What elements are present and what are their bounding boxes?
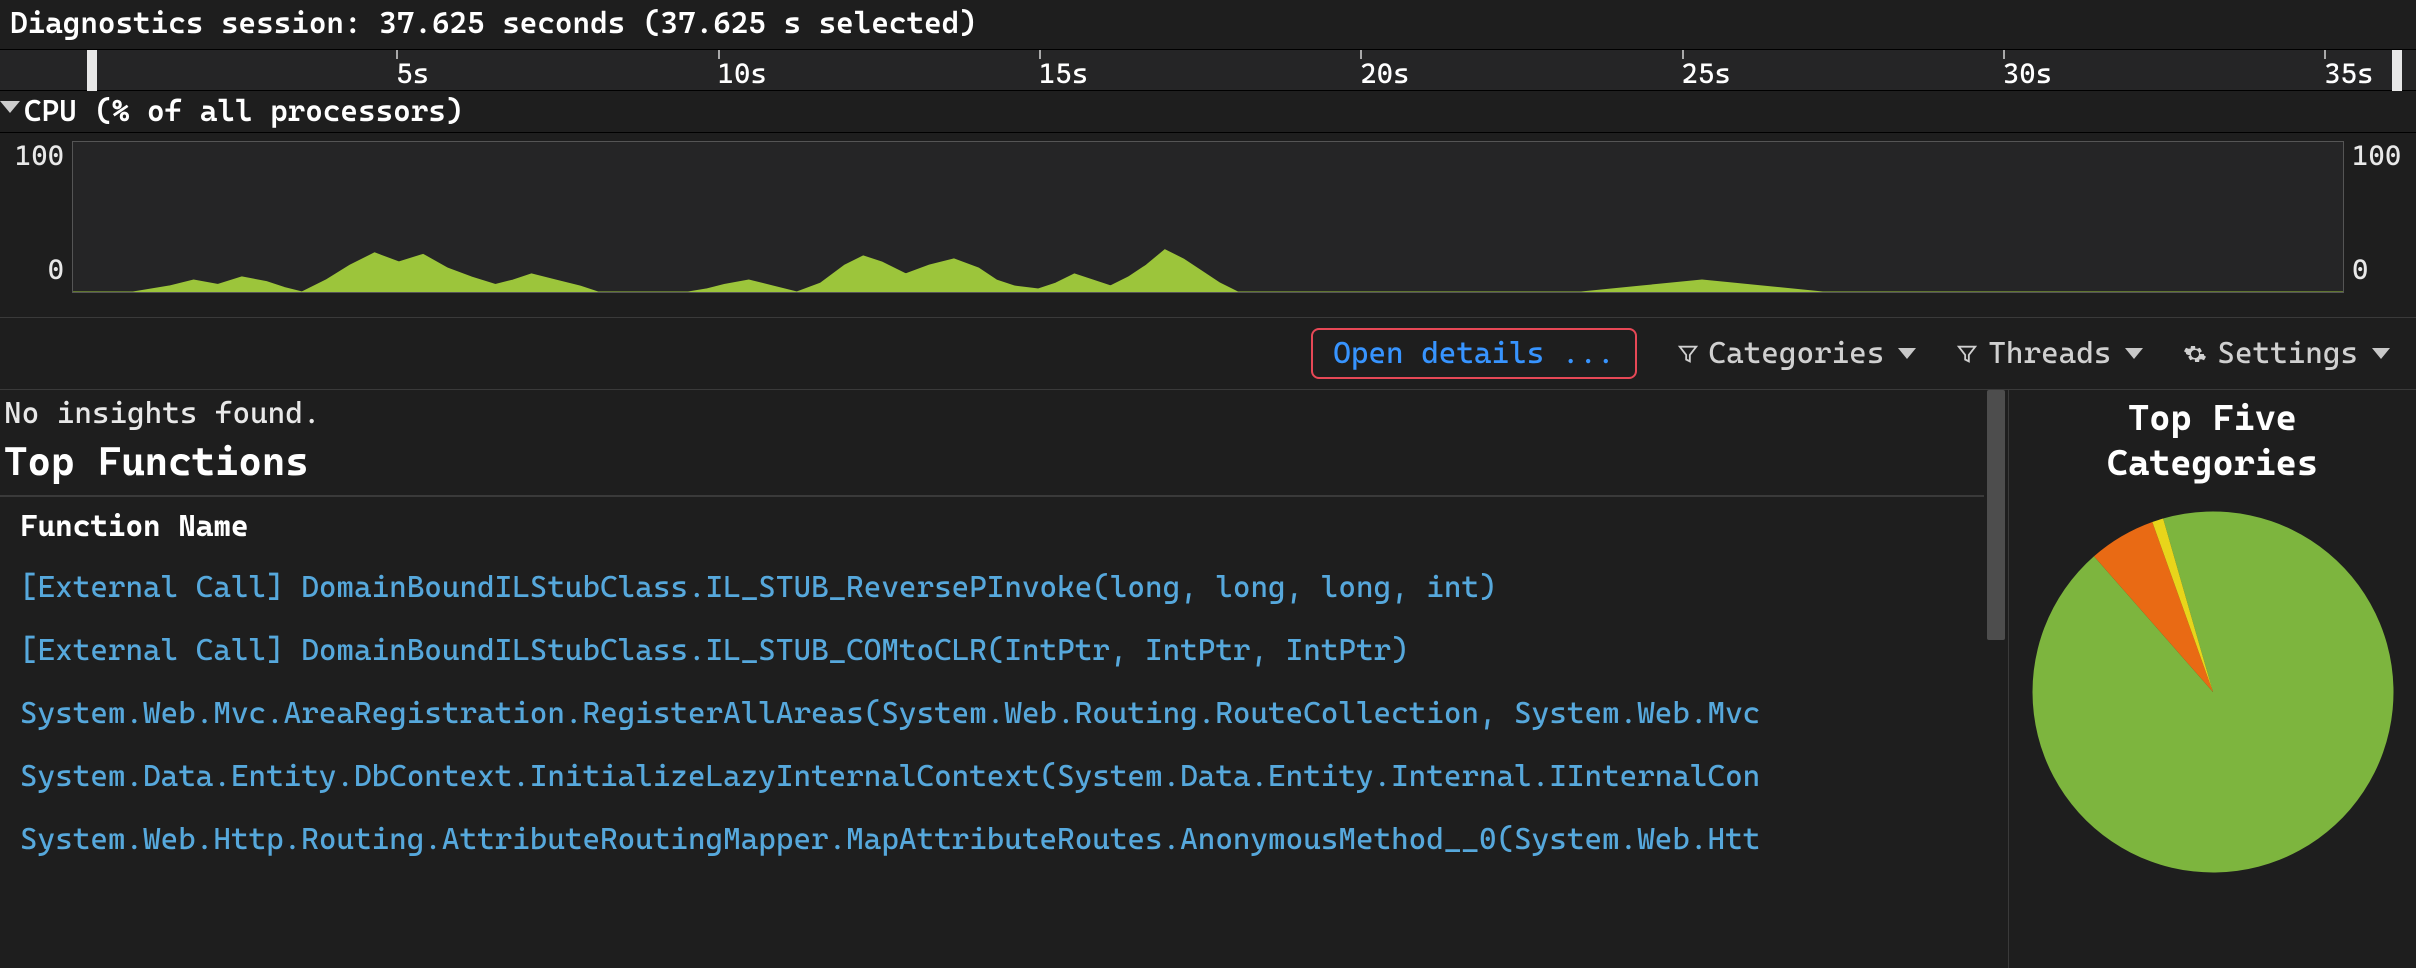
vertical-scrollbar[interactable] [1984,390,2008,968]
cpu-y-min-right: 0 [2352,253,2416,286]
top-categories-pie[interactable] [2023,502,2403,882]
cpu-y-max-right: 100 [2352,139,2416,172]
settings-dropdown[interactable]: Settings [2183,336,2390,371]
details-toolbar: Open details ... Categories Threads Sett… [0,318,2416,390]
top-categories-title-text: Top FiveCategories [2107,398,2318,484]
open-details-link[interactable]: Open details ... [1311,328,1636,379]
scrollbar-thumb[interactable] [1987,390,2005,640]
cpu-area-svg [73,142,2343,292]
timeline-tick: 5s [396,50,429,90]
filter-icon [1677,343,1699,365]
function-row[interactable]: [External Call] DomainBoundILStubClass.I… [0,619,1984,682]
function-row[interactable]: System.Data.Entity.DbContext.InitializeL… [0,745,1984,808]
categories-dropdown[interactable]: Categories [1677,336,1917,371]
no-insights-text: No insights found. [0,390,1984,433]
function-row[interactable]: System.Web.Mvc.AreaRegistration.Register… [0,682,1984,745]
chevron-down-icon [2372,348,2390,359]
timeline-ruler[interactable]: 5s 10s 15s 20s 25s 30s 35s [0,49,2416,91]
cpu-header-label: CPU (% of all processors) [24,94,463,129]
timeline-tick: 25s [1682,50,1731,90]
timeline-tick: 10s [718,50,767,90]
chevron-down-icon [2125,348,2143,359]
function-name-column-header[interactable]: Function Name [0,497,1984,556]
selection-caret-left[interactable] [87,50,97,92]
timeline-tick: 15s [1039,50,1088,90]
cpu-plot-area[interactable] [72,141,2344,293]
session-title: Diagnostics session: 37.625 seconds (37.… [0,0,2416,49]
cpu-section-header[interactable]: CPU (% of all processors) [0,91,2416,133]
selection-caret-right[interactable] [2392,50,2402,92]
function-row[interactable]: System.Web.Http.Routing.AttributeRouting… [0,808,1984,871]
chevron-down-icon[interactable] [0,101,20,113]
top-functions-heading: Top Functions [0,433,1984,497]
categories-label: Categories [1709,336,1885,371]
top-categories-title: Top FiveCategories [2099,390,2326,492]
timeline-tick: 20s [1360,50,1409,90]
cpu-y-max-left: 100 [0,139,64,172]
settings-label: Settings [2217,336,2358,371]
threads-label: Threads [1988,336,2111,371]
timeline-tick: 30s [2003,50,2052,90]
function-row[interactable]: [External Call] DomainBoundILStubClass.I… [0,556,1984,619]
top-categories-pane: Top FiveCategories [2008,390,2416,968]
threads-dropdown[interactable]: Threads [1956,336,2143,371]
filter-icon [1956,343,1978,365]
gear-icon [2183,342,2207,366]
top-functions-pane: No insights found. Top Functions Functio… [0,390,1984,968]
function-list: [External Call] DomainBoundILStubClass.I… [0,556,1984,871]
cpu-y-min-left: 0 [0,253,64,286]
chevron-down-icon [1898,348,1916,359]
timeline-tick: 35s [2324,50,2373,90]
cpu-chart[interactable]: 100 0 100 0 [0,133,2416,318]
